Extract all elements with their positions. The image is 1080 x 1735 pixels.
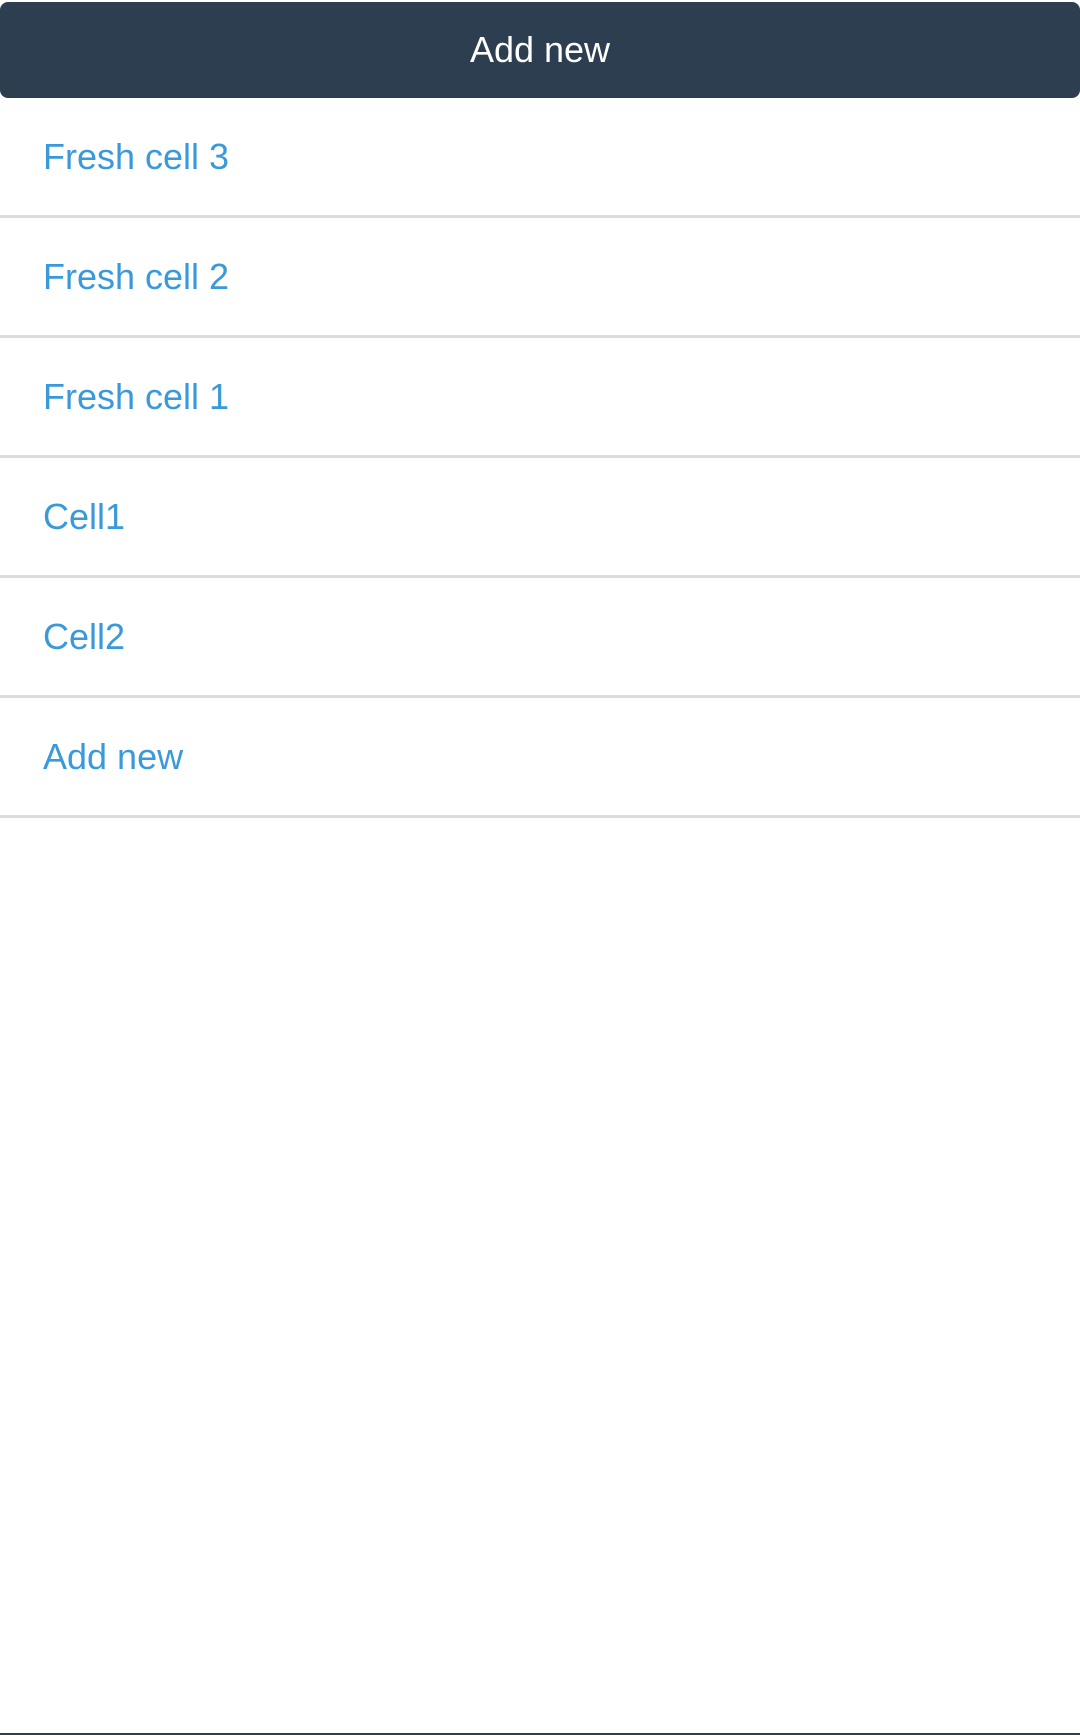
list-item-add-new[interactable]: Add new [0,698,1080,818]
cell-list: Fresh cell 3 Fresh cell 2 Fresh cell 1 C… [0,98,1080,818]
list-item-label: Cell2 [43,615,126,657]
add-new-button[interactable]: Add new [0,2,1080,98]
list-item-label: Fresh cell 3 [43,135,230,177]
app-screen: Add new Fresh cell 3 Fresh cell 2 Fresh … [0,0,1080,1735]
list-item-label: Cell1 [43,495,126,537]
list-item-label: Fresh cell 1 [43,375,230,417]
list-item-fresh-cell-2[interactable]: Fresh cell 2 [0,218,1080,338]
list-item-fresh-cell-3[interactable]: Fresh cell 3 [0,98,1080,218]
list-item-cell2[interactable]: Cell2 [0,578,1080,698]
list-item-fresh-cell-1[interactable]: Fresh cell 1 [0,338,1080,458]
list-item-label: Fresh cell 2 [43,255,230,297]
list-item-label: Add new [43,735,184,777]
list-item-cell1[interactable]: Cell1 [0,458,1080,578]
